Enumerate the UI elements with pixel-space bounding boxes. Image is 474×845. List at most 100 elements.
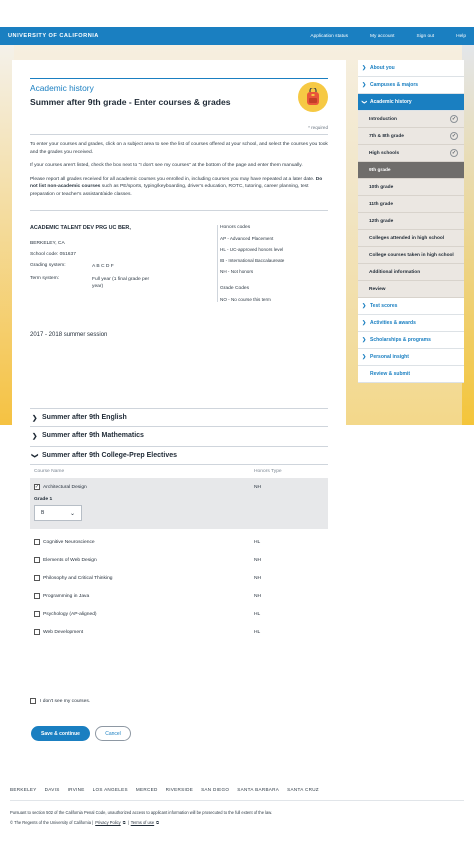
instructions-paragraph-2: If your courses aren't listed, check the… bbox=[30, 163, 303, 169]
divider bbox=[30, 134, 328, 135]
col-course-name: Course Name bbox=[34, 469, 65, 474]
separator: | bbox=[127, 820, 129, 825]
sidebar-sub-label: College courses taken in high school bbox=[369, 252, 454, 258]
sidebar-item-academic-history[interactable]: ❯ Academic history bbox=[358, 94, 464, 111]
sidebar-item-scholarships[interactable]: ❯ Scholarships & programs bbox=[358, 332, 464, 349]
top-bar: UNIVERSITY OF CALIFORNIA Application sta… bbox=[0, 27, 474, 45]
honors-codes-title: Honors codes bbox=[220, 224, 251, 230]
sidebar-sub-colleges[interactable]: Colleges attended in high school bbox=[358, 230, 464, 247]
nav-my-account[interactable]: My account bbox=[370, 34, 395, 39]
legal-notice: Pursuant to section 502 of the Californi… bbox=[10, 810, 273, 815]
sidebar-sub-10th-grade[interactable]: 10th grade bbox=[358, 179, 464, 196]
sidebar-item-personal-insight[interactable]: ❯ Personal insight bbox=[358, 349, 464, 366]
course-checkbox[interactable]: ✓ bbox=[34, 484, 40, 490]
course-checkbox[interactable] bbox=[34, 593, 40, 599]
school-code-label: School code: 051637 bbox=[30, 251, 76, 257]
course-cell: Programming in Java bbox=[34, 593, 254, 599]
grading-value: A B C D F bbox=[92, 263, 114, 269]
course-checkbox[interactable] bbox=[34, 611, 40, 617]
checkmark-icon: ✓ bbox=[450, 115, 458, 123]
campus-link[interactable]: SANTA BARBARA bbox=[237, 787, 279, 792]
required-note: * required bbox=[308, 125, 328, 130]
nav-help[interactable]: Help bbox=[456, 34, 466, 39]
sidebar-item-activities[interactable]: ❯ Activities & awards bbox=[358, 315, 464, 332]
school-info: ACADEMIC TALENT DEV PRG UC BER, BERKELEY… bbox=[30, 209, 328, 302]
save-continue-button[interactable]: Save & continue bbox=[31, 726, 90, 741]
sidebar-sub-12th-grade[interactable]: 12th grade bbox=[358, 213, 464, 230]
copyright-text: © The Regents of the University of Calif… bbox=[10, 820, 94, 825]
sidebar-sub-college-courses[interactable]: College courses taken in high school bbox=[358, 247, 464, 264]
course-checkbox[interactable] bbox=[34, 539, 40, 545]
top-nav: Application status My account Sign out H… bbox=[288, 34, 466, 39]
course-name: Programming in Java bbox=[43, 593, 90, 599]
subject-electives[interactable]: ❯ Summer after 9th College-Prep Electives bbox=[30, 446, 328, 464]
honors-code: AP - Advanced Placement bbox=[220, 235, 274, 241]
honors-value: NH bbox=[254, 557, 262, 563]
cancel-button[interactable]: Cancel bbox=[95, 726, 131, 741]
instructions-text: Please report all grades received for al… bbox=[30, 176, 316, 182]
chevron-right-icon: ❯ bbox=[362, 82, 367, 88]
brand-logo[interactable]: UNIVERSITY OF CALIFORNIA bbox=[8, 33, 288, 39]
course-name: Psychology (AP-aligned) bbox=[43, 611, 97, 617]
page-title: Summer after 9th grade - Enter courses &… bbox=[30, 97, 231, 107]
course-name: Philosophy and Critical Thinking bbox=[43, 575, 113, 581]
col-honors-type: Honors Type bbox=[254, 469, 282, 474]
sidebar-sub-label: 12th grade bbox=[369, 218, 394, 224]
table-row: Psychology (AP-aligned) HL bbox=[30, 605, 328, 623]
sidebar-item-review-submit[interactable]: Review & submit bbox=[358, 366, 464, 383]
nav-sign-out[interactable]: Sign out bbox=[417, 34, 435, 39]
course-checkbox[interactable] bbox=[34, 575, 40, 581]
subject-mathematics[interactable]: ❯ Summer after 9th Mathematics bbox=[30, 426, 328, 444]
grade-select[interactable]: B ⌄ bbox=[34, 505, 82, 521]
not-see-courses[interactable]: I don't see my courses. bbox=[30, 698, 90, 704]
privacy-policy-link[interactable]: Privacy Policy bbox=[95, 820, 120, 825]
campus-link[interactable]: DAVIS bbox=[45, 787, 60, 792]
sidebar-item-campuses[interactable]: ❯ Campuses & majors bbox=[358, 77, 464, 94]
term-system: Term system: Full year (1 final grade per… bbox=[30, 276, 209, 290]
course-checkbox[interactable] bbox=[34, 629, 40, 635]
sidebar-sub-label: High schools bbox=[369, 150, 400, 156]
chevron-down-icon: ❯ bbox=[31, 452, 38, 458]
sidebar-sub-additional-info[interactable]: Additional information bbox=[358, 264, 464, 281]
sidebar-item-about[interactable]: ❯ About you bbox=[358, 60, 464, 77]
sidebar-item-test-scores[interactable]: ❯ Test scores bbox=[358, 298, 464, 315]
course-cell: ✓ Architectural Design bbox=[34, 484, 254, 490]
campus-link[interactable]: MERCED bbox=[136, 787, 158, 792]
campus-link[interactable]: BERKELEY bbox=[10, 787, 37, 792]
sidebar-sub-label: 10th grade bbox=[369, 184, 394, 190]
school-name: ACADEMIC TALENT DEV PRG UC BER, bbox=[30, 224, 131, 231]
subject-english[interactable]: ❯ Summer after 9th English bbox=[30, 408, 328, 426]
campus-link[interactable]: SAN DIEGO bbox=[201, 787, 229, 792]
honors-value: HL bbox=[254, 629, 261, 635]
backpack-icon bbox=[298, 82, 328, 112]
table-row: ✓ Architectural Design NH bbox=[30, 478, 328, 496]
grade-codes-title: Grade Codes bbox=[220, 285, 250, 291]
subject-label: Summer after 9th English bbox=[42, 414, 127, 421]
course-name: Cognitive Neuroscience bbox=[43, 539, 95, 545]
copyright: © The Regents of the University of Calif… bbox=[10, 820, 159, 825]
nav-application-status[interactable]: Application status bbox=[310, 34, 348, 39]
honors-code: NH - Not honors bbox=[220, 268, 254, 274]
terms-of-use-link[interactable]: Terms of use bbox=[131, 820, 154, 825]
sidebar-sub-7th-8th[interactable]: 7th & 8th grade ✓ bbox=[358, 128, 464, 145]
not-see-checkbox[interactable] bbox=[30, 698, 36, 704]
campus-link[interactable]: RIVERSIDE bbox=[166, 787, 193, 792]
instructions-paragraph-1: To enter your courses and grades, click … bbox=[30, 142, 328, 155]
course-name: Web Development bbox=[43, 629, 84, 635]
campus-link[interactable]: IRVINE bbox=[68, 787, 85, 792]
course-name: Elements of Web Design bbox=[43, 557, 97, 563]
campus-link[interactable]: SANTA CRUZ bbox=[287, 787, 319, 792]
honors-value: NH bbox=[254, 575, 262, 581]
sidebar-sub-high-schools[interactable]: High schools ✓ bbox=[358, 145, 464, 162]
campus-link[interactable]: LOS ANGELES bbox=[93, 787, 128, 792]
course-checkbox[interactable] bbox=[34, 557, 40, 563]
course-cell: Web Development bbox=[34, 629, 254, 635]
sidebar-sub-9th-grade[interactable]: 9th grade bbox=[358, 162, 464, 179]
sidebar-sub-introduction[interactable]: Introduction ✓ bbox=[358, 111, 464, 128]
page-header: Academic history Summer after 9th grade … bbox=[30, 78, 328, 135]
sidebar-sub-review[interactable]: Review bbox=[358, 281, 464, 298]
course-cell: Cognitive Neuroscience bbox=[34, 539, 254, 545]
selected-course-block: ✓ Architectural Design NH Grade 1 B ⌄ bbox=[30, 478, 328, 529]
sidebar-sub-label: 7th & 8th grade bbox=[369, 133, 404, 139]
sidebar-sub-11th-grade[interactable]: 11th grade bbox=[358, 196, 464, 213]
